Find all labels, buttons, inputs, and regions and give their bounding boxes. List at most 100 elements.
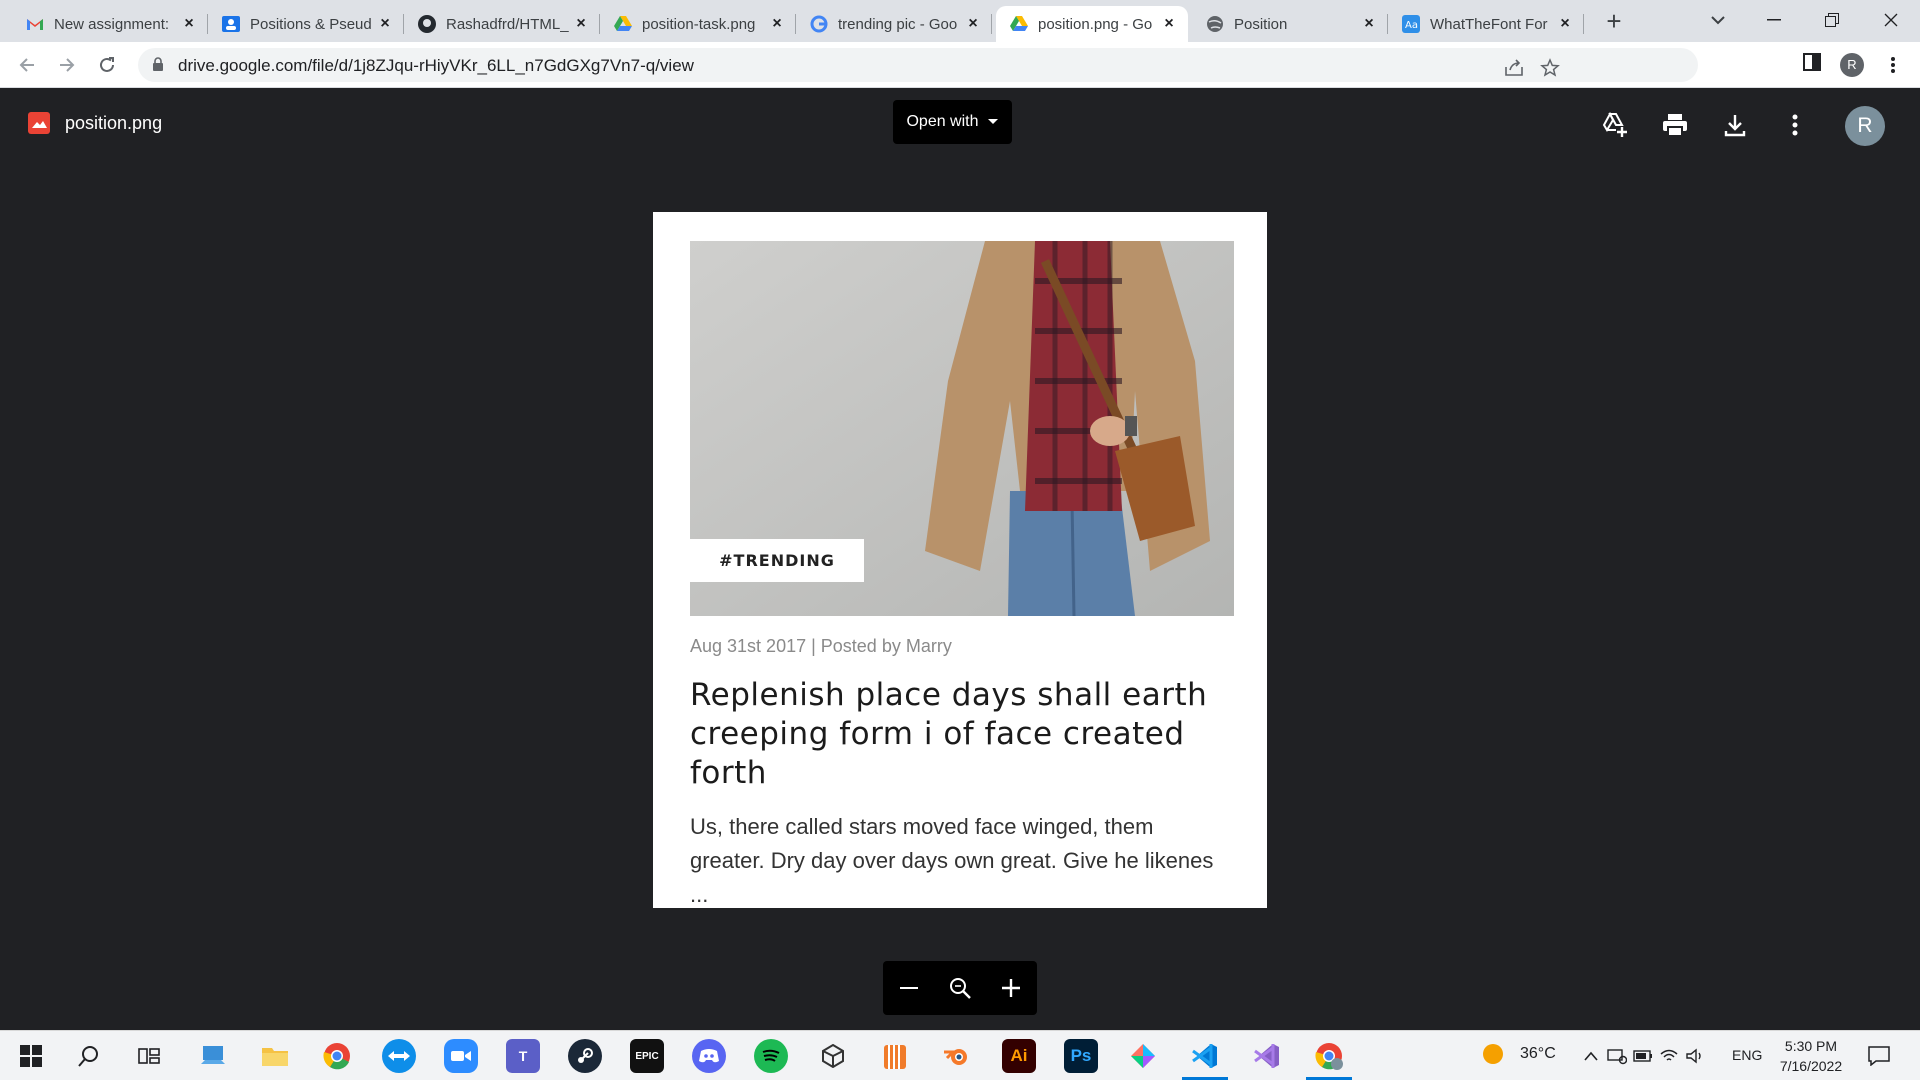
zoom-icon[interactable] — [943, 971, 977, 1005]
zoom-in-button[interactable] — [994, 971, 1028, 1005]
browser-toolbar: drive.google.com/file/d/1j8ZJqu-rHiyVKr_… — [0, 42, 1920, 88]
viewer-header: position.png Open with R — [0, 89, 1920, 161]
close-icon[interactable]: × — [964, 15, 982, 33]
close-icon[interactable]: × — [572, 15, 590, 33]
side-panel-icon[interactable] — [1800, 50, 1824, 74]
network-icon[interactable] — [1606, 1039, 1628, 1073]
address-bar[interactable]: drive.google.com/file/d/1j8ZJqu-rHiyVKr_… — [138, 48, 1698, 82]
tab-title: position-task.png — [642, 15, 756, 33]
tab-title: position.png - Go — [1038, 15, 1153, 33]
bookmark-star-icon[interactable] — [1538, 56, 1562, 80]
new-tab-button[interactable]: + — [1600, 8, 1628, 36]
tab-classroom[interactable]: Positions & Pseud × — [208, 6, 404, 42]
visual-studio-icon[interactable] — [1250, 1039, 1284, 1073]
tab-position-task[interactable]: position-task.png × — [600, 6, 796, 42]
vscode-icon[interactable] — [1188, 1039, 1222, 1073]
tab-position-png[interactable]: position.png - Go × — [996, 6, 1188, 42]
tab-title: trending pic - Goo — [838, 15, 958, 33]
close-icon[interactable]: × — [376, 15, 394, 33]
back-arrow-icon[interactable] — [12, 50, 42, 80]
tab-whatthefont[interactable]: Aa WhatTheFont For × — [1388, 6, 1584, 42]
print-icon[interactable] — [1660, 110, 1690, 140]
open-with-button[interactable]: Open with — [893, 100, 1012, 144]
zoom-control — [883, 961, 1037, 1015]
globe-icon — [1206, 15, 1224, 33]
epic-games-icon[interactable]: EPIC — [630, 1039, 664, 1073]
tab-github[interactable]: Rashadfrd/HTML_ × — [404, 6, 600, 42]
image-file-icon — [28, 112, 50, 134]
post-excerpt: Us, there called stars moved face winged… — [690, 814, 1214, 907]
tab-trending-pic[interactable]: trending pic - Goo × — [796, 6, 992, 42]
lock-icon[interactable] — [152, 57, 164, 77]
teamviewer-icon[interactable] — [382, 1039, 416, 1073]
open-with-label: Open with — [906, 113, 979, 130]
svg-text:Aa: Aa — [1405, 20, 1418, 31]
profile-avatar[interactable]: R — [1840, 53, 1864, 77]
blender-icon[interactable] — [940, 1039, 974, 1073]
photoshop-icon[interactable]: Ps — [1064, 1039, 1098, 1073]
close-icon[interactable]: × — [1160, 15, 1178, 33]
restore-button[interactable] — [1803, 0, 1861, 40]
spotify-icon[interactable] — [754, 1039, 788, 1073]
trending-tag: #TRENDING — [690, 539, 864, 582]
close-window-button[interactable] — [1862, 0, 1920, 40]
close-icon[interactable]: × — [1556, 15, 1574, 33]
unity-icon[interactable] — [816, 1039, 850, 1073]
url-text: drive.google.com/file/d/1j8ZJqu-rHiyVKr_… — [178, 56, 694, 75]
file-explorer-icon[interactable] — [258, 1039, 292, 1073]
teams-icon[interactable]: T — [506, 1039, 540, 1073]
zoom-app-icon[interactable] — [444, 1039, 478, 1073]
wifi-icon[interactable] — [1658, 1039, 1680, 1073]
notifications-icon[interactable] — [1862, 1039, 1896, 1073]
weather-temperature[interactable]: 36°C — [1520, 1045, 1556, 1063]
chrome-icon[interactable] — [320, 1039, 354, 1073]
add-to-drive-icon[interactable] — [1600, 110, 1630, 140]
tab-gmail[interactable]: New assignment: × — [12, 6, 208, 42]
reload-icon[interactable] — [92, 50, 122, 80]
zoom-out-button[interactable] — [892, 971, 926, 1005]
download-icon[interactable] — [1720, 110, 1750, 140]
this-pc-icon[interactable] — [196, 1039, 230, 1073]
github-icon — [418, 15, 436, 33]
tray-chevron-up-icon[interactable] — [1580, 1039, 1602, 1073]
battery-icon[interactable] — [1632, 1039, 1654, 1073]
windows-start-icon[interactable] — [14, 1039, 48, 1073]
more-actions-icon[interactable] — [1780, 110, 1810, 140]
tab-strip: New assignment: × Positions & Pseud × Ra… — [0, 0, 1920, 42]
close-icon[interactable]: × — [1360, 15, 1378, 33]
clock-time: 5:30 PM — [1784, 1038, 1838, 1054]
browser-menu-icon[interactable] — [1880, 52, 1906, 78]
post-meta: Aug 31st 2017 | Posted by Marry — [690, 636, 952, 656]
system-clock[interactable]: 5:30 PM 7/16/2022 — [1776, 1036, 1846, 1076]
forward-arrow-icon[interactable] — [52, 50, 82, 80]
account-avatar[interactable]: R — [1845, 106, 1885, 146]
tab-position[interactable]: Position × — [1192, 6, 1388, 42]
weather-sun-icon[interactable] — [1480, 1041, 1506, 1067]
steam-icon[interactable] — [568, 1039, 602, 1073]
tab-search-icon[interactable] — [1706, 8, 1730, 32]
notebook-app-icon[interactable] — [878, 1039, 912, 1073]
close-icon[interactable]: × — [768, 15, 786, 33]
image-preview: #TRENDING Aug 31st 2017 | Posted by Marr… — [653, 212, 1267, 908]
tab-title: New assignment: — [54, 15, 170, 33]
clock-date: 7/16/2022 — [1779, 1058, 1843, 1074]
gmail-icon — [26, 15, 44, 33]
tab-title: Positions & Pseud — [250, 15, 372, 33]
post-title: Replenish place days shall earth creepin… — [690, 677, 1208, 791]
close-icon[interactable]: × — [180, 15, 198, 33]
tab-title: Position — [1234, 15, 1288, 33]
discord-icon[interactable] — [692, 1039, 726, 1073]
drive-icon — [1010, 15, 1028, 33]
minimize-button[interactable] — [1745, 0, 1803, 40]
tab-title: WhatTheFont For — [1430, 15, 1548, 33]
input-language[interactable]: ENG — [1732, 1047, 1762, 1063]
illustrator-icon[interactable]: Ai — [1002, 1039, 1036, 1073]
search-icon[interactable] — [72, 1039, 106, 1073]
figma-style-icon[interactable] — [1126, 1039, 1160, 1073]
whatthefont-icon: Aa — [1402, 15, 1420, 33]
share-icon[interactable] — [1502, 56, 1526, 80]
task-view-icon[interactable] — [132, 1039, 166, 1073]
volume-icon[interactable] — [1684, 1039, 1706, 1073]
chrome-profile-icon[interactable] — [1312, 1039, 1346, 1073]
tab-title: Rashadfrd/HTML_ — [446, 15, 569, 33]
